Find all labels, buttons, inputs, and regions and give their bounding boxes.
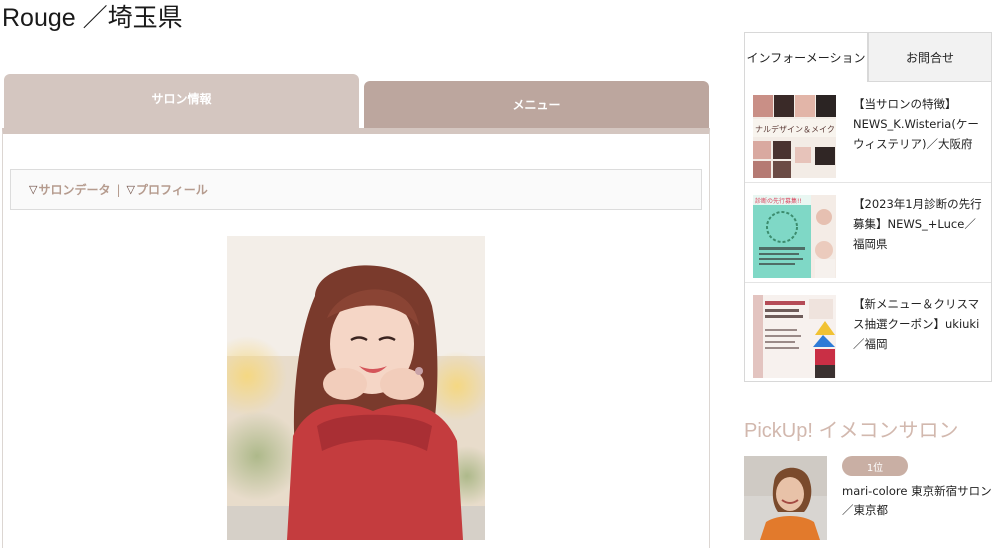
pickup-section-title: PickUp! イメコンサロン [744, 420, 959, 442]
news-item[interactable]: ナルデザイン＆メイクレ 【当サロンの特徴】NEWS_K.Wisteria(ケーウ… [745, 82, 991, 183]
triangle-down-icon: ▽ [126, 183, 135, 196]
news-thumb-caption: 診断の先行募集!! [755, 197, 802, 205]
news-thumbnail: ナルデザイン＆メイクレ [753, 95, 836, 178]
tab-menu[interactable]: メニュー [364, 81, 709, 128]
news-item[interactable]: 【新メニュー＆クリスマス抽選クーポン】ukiuki／福岡 [745, 282, 991, 382]
news-thumbnail: 診断の先行募集!! [753, 195, 836, 278]
tab-contact[interactable]: お問合せ [868, 32, 992, 82]
anchor-profile[interactable]: プロフィール [136, 181, 208, 198]
rank-badge: 1位 [842, 456, 908, 476]
triangle-down-icon: ▽ [29, 183, 38, 196]
pickup-salon-photo[interactable] [744, 456, 827, 540]
anchor-nav: ▽ サロンデータ | ▽ プロフィール [10, 169, 702, 210]
news-item[interactable]: 診断の先行募集!! 【2023年1月診断の先行募集】NEWS_+Luce／福岡県 [745, 182, 991, 283]
anchor-separator: | [116, 182, 121, 197]
news-title[interactable]: 【新メニュー＆クリスマス抽選クーポン】ukiuki／福岡 [853, 294, 983, 354]
tab-salon-info[interactable]: サロン情報 [4, 74, 359, 132]
anchor-salon-data[interactable]: サロンデータ [38, 181, 110, 198]
news-thumb-caption: ナルデザイン＆メイクレ [755, 124, 836, 134]
pickup-salon-name[interactable]: mari-colore 東京新宿サロン／東京都 [842, 482, 992, 520]
sidebar-tabs: インフォーメーション お問合せ [744, 32, 992, 82]
news-title[interactable]: 【2023年1月診断の先行募集】NEWS_+Luce／福岡県 [853, 194, 983, 254]
page-title: Rouge ／埼玉県 [2, 4, 183, 32]
tab-information[interactable]: インフォーメーション [744, 32, 868, 82]
news-thumbnail [753, 295, 836, 378]
salon-profile-photo [227, 236, 485, 540]
news-title[interactable]: 【当サロンの特徴】NEWS_K.Wisteria(ケーウィステリア)／大阪府 [853, 94, 983, 154]
news-list: ナルデザイン＆メイクレ 【当サロンの特徴】NEWS_K.Wisteria(ケーウ… [744, 82, 992, 382]
